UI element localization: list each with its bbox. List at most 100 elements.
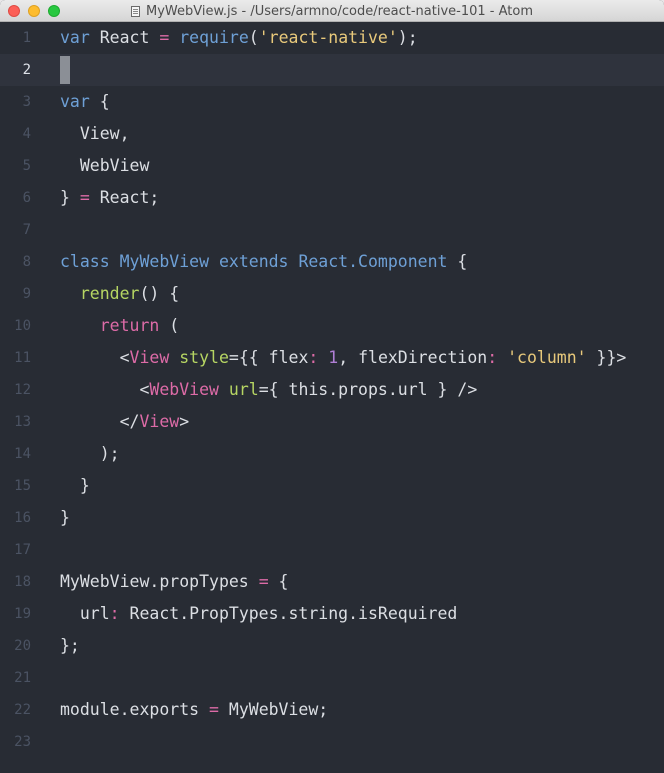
code-line[interactable]: 6} = React; bbox=[0, 182, 664, 214]
line-number: 13 bbox=[14, 414, 31, 430]
code-token: < bbox=[60, 380, 150, 399]
code-text[interactable]: } bbox=[60, 502, 70, 534]
code-line[interactable]: 19 url: React.PropTypes.string.isRequire… bbox=[0, 598, 664, 630]
code-token: url bbox=[60, 604, 110, 623]
window-title: MyWebView.js - /Users/armno/code/react-n… bbox=[146, 3, 533, 19]
code-line[interactable]: 5 WebView bbox=[0, 150, 664, 182]
code-token: () { bbox=[139, 284, 180, 303]
code-line[interactable]: 10 return ( bbox=[0, 310, 664, 342]
code-token: : bbox=[109, 604, 120, 623]
code-text[interactable]: class MyWebView extends React.Component … bbox=[60, 246, 467, 278]
line-number: 15 bbox=[14, 478, 31, 494]
line-number: 6 bbox=[22, 190, 31, 206]
code-line[interactable]: 23 bbox=[0, 726, 664, 758]
code-token: </ bbox=[60, 412, 140, 431]
line-number: 12 bbox=[14, 382, 31, 398]
code-token: require bbox=[179, 28, 249, 47]
code-line[interactable]: 8 class MyWebView extends React.Component… bbox=[0, 246, 664, 278]
code-token: { bbox=[89, 92, 110, 111]
code-token: : bbox=[487, 348, 498, 367]
code-text[interactable]: }; bbox=[60, 630, 80, 662]
code-line[interactable]: 3 var { bbox=[0, 86, 664, 118]
code-line[interactable]: 14 ); bbox=[0, 438, 664, 470]
code-line[interactable]: 7 bbox=[0, 214, 664, 246]
code-token: = bbox=[159, 28, 170, 47]
code-line[interactable]: 18 MyWebView.propTypes = { bbox=[0, 566, 664, 598]
code-text[interactable]: } bbox=[60, 470, 90, 502]
code-text[interactable]: } = React; bbox=[60, 182, 159, 214]
code-text[interactable]: ); bbox=[60, 438, 120, 470]
code-token: MyWebView.propTypes bbox=[60, 572, 259, 591]
code-token: < bbox=[60, 348, 130, 367]
code-text[interactable]: render() { bbox=[60, 278, 179, 310]
line-number: 16 bbox=[14, 510, 31, 526]
line-number: 10 bbox=[14, 318, 31, 334]
code-line[interactable]: 2 bbox=[0, 54, 664, 86]
code-text[interactable]: var { bbox=[60, 86, 110, 118]
line-number: 19 bbox=[14, 606, 31, 622]
code-token: } bbox=[60, 188, 80, 207]
line-number: 4 bbox=[22, 126, 31, 142]
code-line[interactable]: 4 View, bbox=[0, 118, 664, 150]
code-token: 'react-native' bbox=[258, 28, 398, 47]
line-number: 3 bbox=[22, 94, 31, 110]
code-line[interactable]: 17 bbox=[0, 534, 664, 566]
code-text[interactable]: <View style={{ flex: 1, flexDirection: '… bbox=[60, 342, 627, 374]
code-line[interactable]: 16} bbox=[0, 502, 664, 534]
code-token: React bbox=[89, 28, 160, 47]
code-token: WebView bbox=[60, 156, 150, 175]
code-token: React.PropTypes.string.isRequired bbox=[119, 604, 458, 623]
code-token: } bbox=[60, 508, 70, 527]
code-token: = bbox=[79, 188, 90, 207]
code-text[interactable]: return ( bbox=[60, 310, 179, 342]
code-token: style bbox=[179, 348, 229, 367]
line-number: 22 bbox=[14, 702, 31, 718]
code-token: extends bbox=[218, 252, 289, 271]
code-token: View, bbox=[60, 124, 130, 143]
code-text[interactable]: </View> bbox=[60, 406, 190, 438]
code-line[interactable]: 20}; bbox=[0, 630, 664, 662]
code-token: ={ this.props.url } /> bbox=[258, 380, 478, 399]
code-token: 'column' bbox=[507, 348, 587, 367]
line-number: 18 bbox=[14, 574, 31, 590]
code-token: class bbox=[60, 252, 110, 271]
code-editor[interactable]: 1 var React = require('react-native'); 2 3 v… bbox=[0, 22, 664, 773]
code-token: ); bbox=[60, 444, 120, 463]
line-number: 20 bbox=[14, 638, 31, 654]
code-line[interactable]: 13 </View> bbox=[0, 406, 664, 438]
code-token: WebView bbox=[149, 380, 219, 399]
code-token: MyWebView bbox=[119, 252, 210, 271]
code-line[interactable]: 9 render() { bbox=[0, 278, 664, 310]
code-line[interactable]: 12 <WebView url={ this.props.url } /> bbox=[0, 374, 664, 406]
code-text[interactable]: module.exports = MyWebView; bbox=[60, 694, 328, 726]
title-bar[interactable]: MyWebView.js - /Users/armno/code/react-n… bbox=[0, 0, 664, 22]
code-token: View bbox=[129, 348, 170, 367]
code-text[interactable]: var React = require('react-native'); bbox=[60, 22, 418, 54]
code-token: render bbox=[79, 284, 140, 303]
code-text[interactable]: WebView bbox=[60, 150, 150, 182]
code-token: React; bbox=[89, 188, 160, 207]
code-token: { bbox=[268, 572, 289, 591]
line-number: 23 bbox=[14, 734, 31, 750]
code-token: }}> bbox=[586, 348, 627, 367]
code-line[interactable]: 15 } bbox=[0, 470, 664, 502]
code-line[interactable]: 11 <View style={{ flex: 1, flexDirection… bbox=[0, 342, 664, 374]
code-token: ); bbox=[397, 28, 418, 47]
code-line[interactable]: 21 bbox=[0, 662, 664, 694]
code-token: return bbox=[99, 316, 160, 335]
code-line[interactable]: 22 module.exports = MyWebView; bbox=[0, 694, 664, 726]
code-line[interactable]: 1 var React = require('react-native'); bbox=[0, 22, 664, 54]
code-text[interactable]: MyWebView.propTypes = { bbox=[60, 566, 289, 598]
code-token: module.exports bbox=[60, 700, 210, 719]
code-text[interactable]: <WebView url={ this.props.url } /> bbox=[60, 374, 477, 406]
line-number: 8 bbox=[22, 254, 31, 270]
code-token: View bbox=[139, 412, 180, 431]
line-number: 9 bbox=[22, 286, 31, 302]
code-text[interactable]: url: React.PropTypes.string.isRequired bbox=[60, 598, 458, 630]
document-icon bbox=[131, 5, 140, 17]
code-text[interactable]: View, bbox=[60, 118, 130, 150]
code-token: React.Component bbox=[298, 252, 448, 271]
code-token: url bbox=[228, 380, 259, 399]
